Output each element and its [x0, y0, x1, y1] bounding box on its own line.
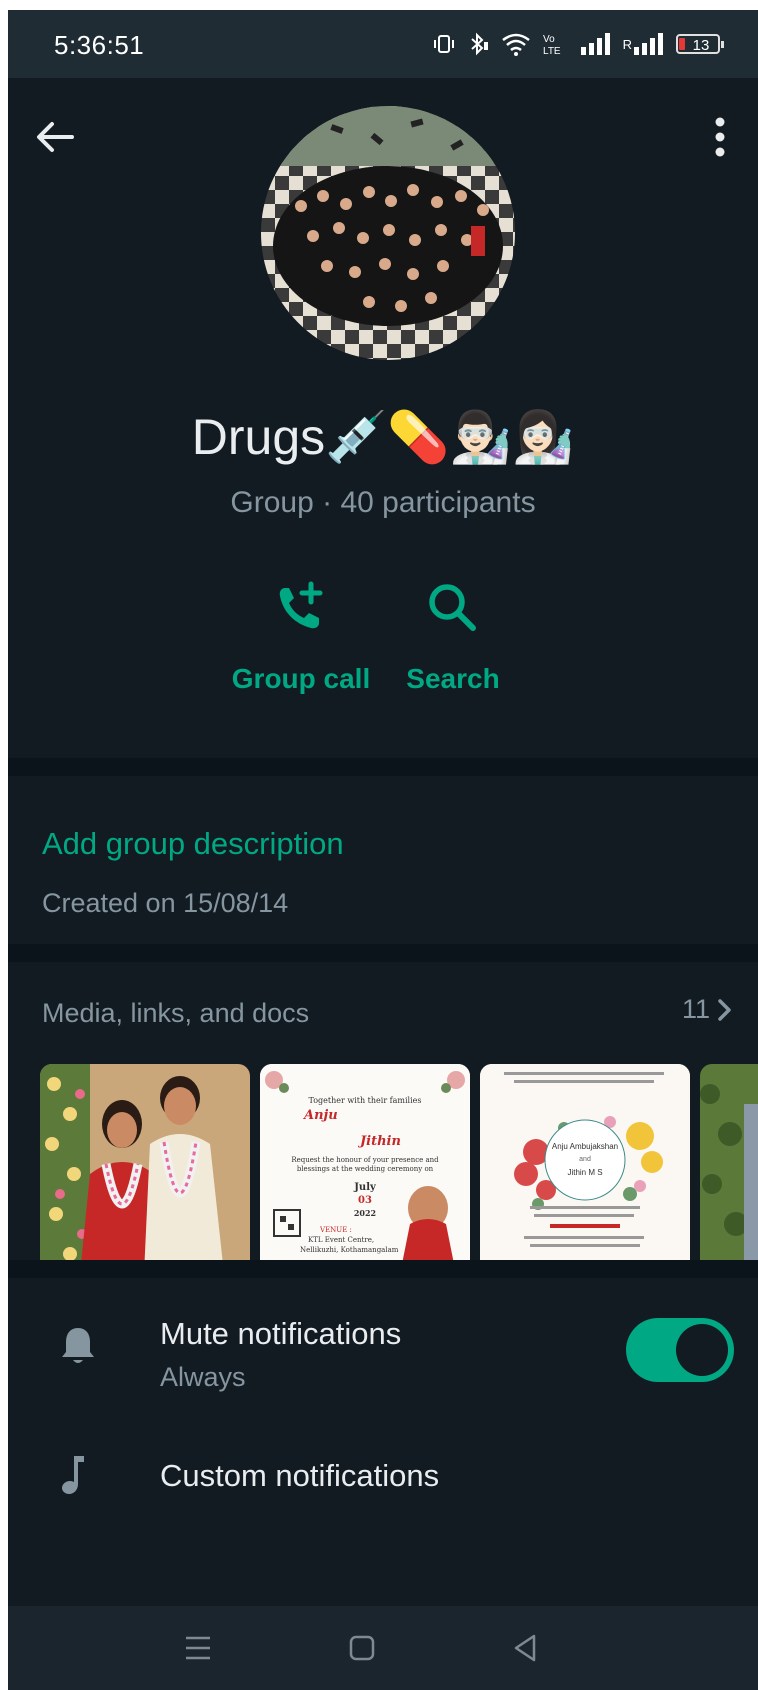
group-call-label: Group call — [231, 663, 371, 694]
group-subtitle: Group · 40 participants — [230, 486, 536, 519]
media-count-link[interactable]: 11 — [682, 994, 734, 1025]
floral-name1: Anju Ambujakshan — [551, 1142, 619, 1151]
signal-icon — [580, 33, 610, 55]
mute-notifications-title: Mute notifications — [160, 1316, 402, 1351]
created-date: Created on 15/08/14 — [42, 888, 289, 918]
media-thumbnail-partial[interactable] — [700, 1064, 758, 1274]
signal-2-icon — [634, 33, 663, 55]
media-thumbnail-photo[interactable] — [40, 1064, 250, 1274]
roaming-label: R — [622, 36, 632, 52]
recent-apps-icon[interactable] — [178, 1628, 218, 1668]
invitation-line1: Together with their families — [308, 1096, 422, 1105]
chevron-right-icon — [718, 998, 731, 1021]
invitation-line2: Request the honour of your presence and … — [291, 1156, 439, 1173]
section-divider — [8, 944, 758, 962]
invitation-name2: Jithin — [360, 1134, 401, 1149]
group-avatar[interactable] — [261, 106, 515, 360]
search-button[interactable]: Search — [398, 578, 508, 695]
mute-notifications-row[interactable]: Mute notifications Always — [8, 1278, 758, 1408]
battery-icon: 13 — [676, 34, 724, 54]
custom-notifications-title: Custom notifications — [160, 1458, 440, 1493]
more-options-icon[interactable] — [700, 112, 740, 162]
invitation-venue-place: Nellikuzhi, Kothamangalam — [300, 1246, 399, 1254]
invitation-venue-name: KTL Event Centre, — [308, 1236, 375, 1244]
search-icon — [429, 584, 476, 631]
group-name: Drugs💉💊👨🏻‍🔬👩🏻‍🔬 — [191, 409, 575, 465]
status-time: 5:36:51 — [54, 30, 145, 60]
media-count: 11 — [681, 994, 710, 1024]
vibrate-icon — [433, 35, 454, 53]
search-label: Search — [406, 663, 500, 694]
mute-toggle-knob — [676, 1324, 728, 1376]
invitation-month: July — [354, 1182, 376, 1193]
wifi-icon — [501, 33, 530, 56]
volte-icon: Vo LTE — [543, 34, 561, 56]
bluetooth-icon — [470, 32, 488, 56]
battery-level: 13 — [692, 37, 710, 54]
back-triangle-icon[interactable] — [506, 1628, 546, 1668]
bell-icon — [62, 1328, 94, 1363]
system-nav-bar — [8, 1606, 758, 1690]
svg-text:LTE: LTE — [543, 46, 561, 56]
floral-name2: Jithin M S — [567, 1168, 603, 1177]
custom-notifications-row[interactable]: Custom notifications — [8, 1418, 758, 1538]
media-section: Media, links, and docs 11 Together with … — [8, 962, 758, 1274]
invitation-date: 03 — [358, 1195, 372, 1206]
group-call-button[interactable]: Group call — [226, 578, 376, 695]
status-icons: Vo LTE R 13 — [433, 32, 724, 56]
status-bar: 5:36:51 Vo LTE R 13 — [8, 10, 758, 78]
media-thumbnail-floral-card[interactable]: Anju Ambujakshan and Jithin M S — [480, 1064, 690, 1274]
add-group-description-link[interactable]: Add group description — [42, 826, 344, 862]
group-header: Drugs💉💊👨🏻‍🔬👩🏻‍🔬 Group · 40 participants … — [8, 78, 758, 758]
description-section: Add group description Created on 15/08/1… — [8, 776, 758, 944]
invitation-venue: VENUE : — [320, 1226, 352, 1234]
app-frame: 5:36:51 Vo LTE — [8, 10, 758, 1690]
invitation-year: 2022 — [353, 1208, 377, 1218]
notification-settings: Mute notifications Always Custom notific… — [8, 1278, 758, 1618]
add-call-icon — [279, 581, 323, 629]
mute-toggle[interactable] — [626, 1318, 734, 1382]
media-thumbnail-invitation[interactable]: Together with their families Anju Jithin… — [260, 1064, 470, 1274]
section-divider — [8, 1260, 758, 1278]
invitation-name1: Anju — [304, 1108, 338, 1123]
music-note-icon — [62, 1456, 84, 1494]
home-icon[interactable] — [342, 1628, 382, 1668]
mute-notifications-subtitle: Always — [160, 1362, 246, 1392]
back-arrow-icon[interactable] — [30, 112, 80, 162]
media-title[interactable]: Media, links, and docs — [42, 998, 309, 1029]
floral-and: and — [579, 1156, 591, 1163]
section-divider — [8, 758, 758, 776]
svg-text:Vo: Vo — [543, 34, 555, 45]
